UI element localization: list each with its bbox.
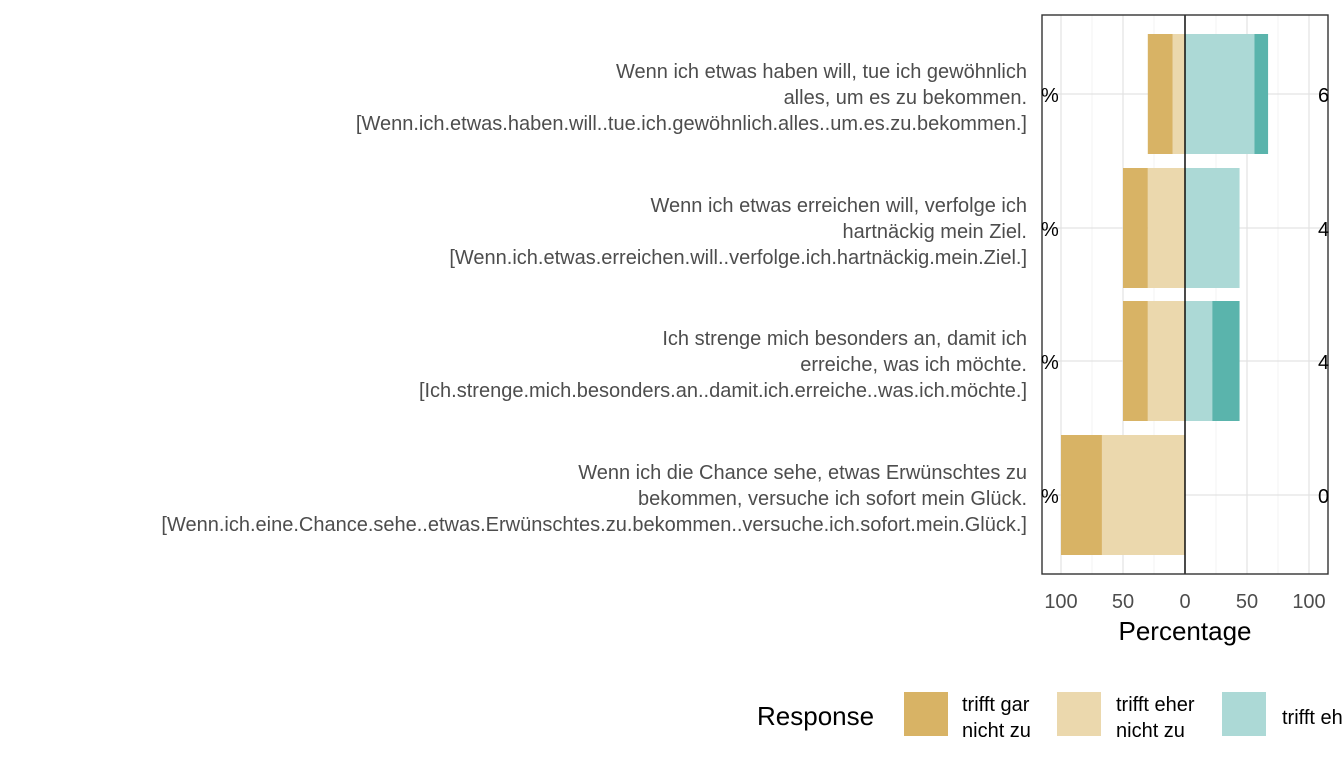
category-label-line: [Ich.strenge.mich.besonders.an..damit.ic… (419, 380, 1027, 402)
legend-label: trifft gar (962, 694, 1030, 716)
category-label-line: hartnäckig mein Ziel. (842, 221, 1027, 243)
left-percent-label: % (1041, 486, 1059, 508)
category-label: Ich strenge mich besonders an, damit ich… (419, 328, 1027, 402)
right-percent-label: 4 (1318, 219, 1329, 241)
legend-item: trifft gar nicht zu (904, 692, 1031, 742)
x-tick-labels: 100 50 0 50 100 (1044, 591, 1325, 613)
legend: Response trifft gar nicht zu trifft eher ni… (757, 692, 1343, 742)
legend-key (1057, 692, 1101, 736)
bar-segment (1061, 435, 1102, 555)
x-tick-label: 0 (1179, 591, 1190, 613)
category-label-line: [Wenn.ich.etwas.haben.will..tue.ich.gewö… (356, 113, 1027, 135)
right-percent-label: 0 (1318, 486, 1329, 508)
x-tick-label: 100 (1292, 591, 1325, 613)
bar-segment (1147, 301, 1185, 421)
category-label-line: Wenn ich etwas haben will, tue ich gewöh… (616, 61, 1027, 83)
x-tick-label: 50 (1112, 591, 1134, 613)
category-label-line: [Wenn.ich.eine.Chance.sehe..etwas.Erwüns… (161, 514, 1027, 536)
legend-label: trifft eh (1282, 707, 1343, 729)
category-label-line: Ich strenge mich besonders an, damit ich (662, 328, 1027, 350)
bar-segment (1185, 301, 1213, 421)
bar-segment (1185, 168, 1240, 288)
category-label-line: Wenn ich etwas erreichen will, verfolge … (651, 195, 1027, 217)
bar-segment (1101, 435, 1185, 555)
legend-label: trifft eher (1116, 694, 1195, 716)
category-label-line: bekommen, versuche ich sofort mein Glück… (638, 488, 1027, 510)
left-percent-label: % (1041, 85, 1059, 107)
bar-segment (1172, 34, 1185, 154)
category-label-line: alles, um es zu bekommen. (784, 87, 1027, 109)
legend-label: nicht zu (1116, 720, 1185, 742)
bar-segment (1123, 301, 1148, 421)
legend-title: Response (757, 701, 874, 731)
bar-segment (1147, 168, 1185, 288)
legend-key (1222, 692, 1266, 736)
legend-label: nicht zu (962, 720, 1031, 742)
category-label-line: erreiche, was ich möchte. (800, 354, 1027, 376)
left-percent-label: % (1041, 219, 1059, 241)
bar-segment (1254, 34, 1269, 154)
right-percent-label: 4 (1318, 352, 1329, 374)
category-label-line: [Wenn.ich.etwas.erreichen.will..verfolge… (449, 247, 1027, 269)
bar-segment (1147, 34, 1173, 154)
left-percent-label: % (1041, 352, 1059, 374)
bar-segment (1123, 168, 1148, 288)
legend-key (904, 692, 948, 736)
category-label: Wenn ich etwas haben will, tue ich gewöh… (356, 61, 1027, 135)
category-labels: Wenn ich etwas haben will, tue ich gewöh… (161, 61, 1027, 536)
diverging-bar-chart: Wenn ich etwas haben will, tue ich gewöh… (161, 14, 1343, 742)
x-tick-label: 100 (1044, 591, 1077, 613)
x-axis-title: Percentage (1119, 616, 1252, 646)
category-label: Wenn ich etwas erreichen will, verfolge … (449, 195, 1027, 269)
category-label-line: Wenn ich die Chance sehe, etwas Erwünsch… (578, 462, 1027, 484)
category-label: Wenn ich die Chance sehe, etwas Erwünsch… (161, 462, 1027, 536)
right-percent-label: 6 (1318, 85, 1329, 107)
legend-item: trifft eh (1222, 692, 1343, 736)
bar-segment (1185, 34, 1255, 154)
x-tick-label: 50 (1236, 591, 1258, 613)
bar-segment (1212, 301, 1240, 421)
legend-item: trifft eher nicht zu (1057, 692, 1195, 742)
